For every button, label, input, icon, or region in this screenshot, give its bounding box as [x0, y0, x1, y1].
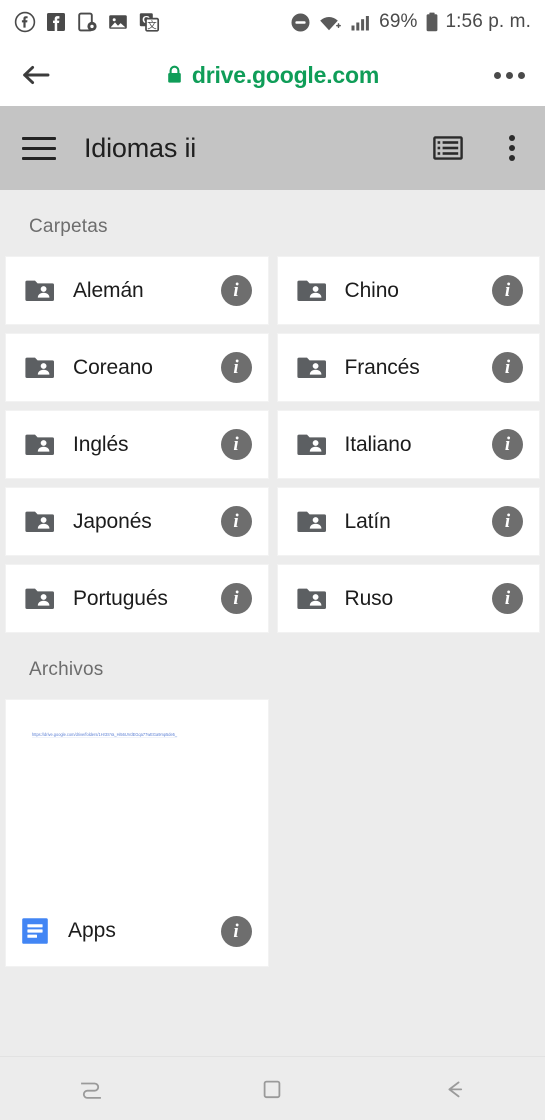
list-view-toggle-button[interactable] [433, 135, 463, 161]
screen-recorder-icon [78, 12, 97, 32]
overflow-dot [509, 135, 515, 141]
folder-label: Coreano [73, 355, 153, 379]
do-not-disturb-icon [291, 13, 310, 31]
folder-label: Ruso [344, 586, 394, 610]
google-translate-icon: G 文 [139, 13, 160, 32]
shared-folder-icon [296, 355, 326, 380]
file-item-apps[interactable]: https://drive.google.com/drive/folders/1… [5, 699, 269, 967]
info-icon[interactable]: i [492, 352, 523, 383]
secure-lock-icon [168, 65, 181, 83]
info-icon[interactable]: i [492, 506, 523, 537]
info-icon[interactable]: i [220, 583, 252, 614]
browser-overflow-menu-button[interactable] [494, 71, 525, 79]
folder-item-chino[interactable]: Chino i [276, 256, 540, 325]
address-bar: drive.google.com [0, 62, 545, 89]
android-navigation-bar [0, 1056, 545, 1120]
info-icon[interactable]: i [220, 275, 252, 306]
menu-icon[interactable] [22, 136, 56, 160]
app-bar: Idiomas ii [0, 106, 545, 190]
folder-label: Alemán [73, 278, 144, 302]
status-bar-system-icons: 69% 1:56 p. m. [290, 11, 531, 33]
folder-item-coreano[interactable]: Coreano i [5, 333, 269, 402]
info-icon[interactable]: i [220, 352, 252, 383]
hamburger-line [22, 136, 56, 140]
folder-item-ruso[interactable]: Ruso i [276, 564, 540, 633]
folder-item-latin[interactable]: Latín i [276, 487, 540, 556]
status-bar: G 文 69% [0, 0, 545, 44]
overflow-dot [509, 155, 515, 161]
svg-text:文: 文 [147, 20, 157, 32]
back-icon [448, 1081, 463, 1097]
thumbnail-link-text: https://drive.google.com/drive/folders/1… [32, 731, 178, 738]
files-grid: https://drive.google.com/drive/folders/1… [0, 699, 545, 967]
folder-label: Italiano [344, 432, 412, 456]
list-view-icon [433, 136, 463, 160]
shared-folder-icon [24, 278, 54, 303]
menu-dot [494, 71, 501, 79]
file-thumbnail: https://drive.google.com/drive/folders/1… [6, 700, 268, 896]
back-button[interactable] [409, 1057, 499, 1120]
drive-content: Carpetas Alemán i Chino i Coreano i Fran… [0, 190, 545, 1056]
phone-screen: G 文 69% [0, 0, 545, 1120]
home-button[interactable] [227, 1057, 317, 1120]
hamburger-line [22, 146, 56, 150]
shared-folder-icon [24, 509, 54, 534]
shared-folder-icon [24, 586, 54, 611]
info-icon[interactable]: i [492, 275, 523, 306]
hamburger-line [22, 156, 56, 160]
browser-back-button[interactable] [20, 62, 52, 88]
back-arrow-icon [23, 65, 50, 85]
folder-label: Latín [344, 509, 391, 533]
overflow-dot [509, 145, 515, 151]
folder-label: Inglés [73, 432, 129, 456]
folders-section-header: Carpetas [29, 216, 108, 237]
shared-folder-icon [24, 432, 54, 457]
folder-label: Portugués [73, 586, 168, 610]
shared-folder-icon [296, 432, 326, 457]
page-title: Idiomas ii [84, 132, 197, 163]
recent-apps-icon [80, 1082, 101, 1099]
photos-icon [109, 15, 127, 29]
menu-dot [506, 71, 513, 79]
app-bar-actions [433, 131, 523, 165]
folder-item-frances[interactable]: Francés i [276, 333, 540, 402]
browser-toolbar: drive.google.com [0, 44, 545, 106]
folder-item-portugues[interactable]: Portugués i [5, 564, 269, 633]
file-footer: Apps i [6, 896, 268, 966]
info-icon[interactable]: i [220, 429, 252, 460]
menu-dot [518, 71, 525, 79]
shared-folder-icon [296, 278, 326, 303]
folder-item-italiano[interactable]: Italiano i [276, 410, 540, 479]
url-text[interactable]: drive.google.com [192, 62, 379, 89]
shared-folder-icon [296, 509, 326, 534]
home-icon [264, 1080, 281, 1098]
shared-folder-icon [296, 586, 326, 611]
info-icon[interactable]: i [220, 915, 252, 947]
file-name-label: Apps [68, 919, 116, 942]
battery-percent-label: 69% [379, 11, 418, 32]
info-icon[interactable]: i [492, 583, 523, 614]
more-options-button[interactable] [501, 131, 523, 165]
facebook-square-icon [47, 13, 65, 31]
info-icon[interactable]: i [492, 429, 523, 460]
folder-item-ingles[interactable]: Inglés i [5, 410, 269, 479]
folders-grid: Alemán i Chino i Coreano i Francés i Ing… [0, 256, 545, 633]
shared-folder-icon [24, 355, 54, 380]
battery-icon [426, 12, 437, 32]
folder-item-aleman[interactable]: Alemán i [5, 256, 269, 325]
google-docs-icon [21, 917, 49, 945]
facebook-circle-icon [14, 11, 36, 33]
folder-label: Japonés [73, 509, 152, 533]
folder-item-japones[interactable]: Japonés i [5, 487, 269, 556]
cellular-signal-icon [351, 15, 370, 30]
files-section-header: Archivos [29, 659, 104, 680]
folder-label: Chino [344, 278, 399, 302]
clock-label: 1:56 p. m. [445, 11, 531, 32]
folder-label: Francés [344, 355, 420, 379]
info-icon[interactable]: i [220, 506, 252, 537]
wifi-icon [320, 16, 342, 30]
status-bar-notification-icons: G 文 [14, 11, 160, 33]
recent-apps-button[interactable] [46, 1057, 136, 1120]
